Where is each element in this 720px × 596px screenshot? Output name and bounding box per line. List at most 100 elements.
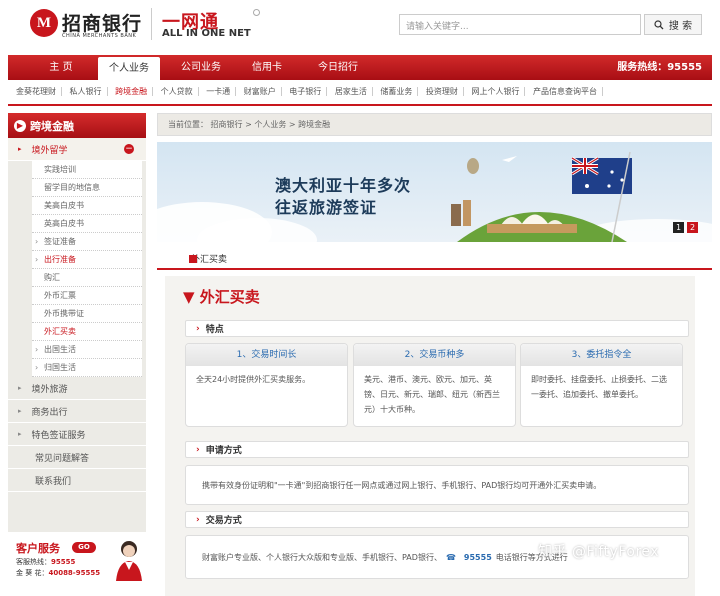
subnav-item[interactable]: 电子银行 xyxy=(284,87,328,96)
cs-sunflower-label: 金 葵 花： xyxy=(16,569,49,577)
feature-card: 3、委托指令全 即时委托、挂盘委托、止损委托、二选一委托、追加委托、撤单委托。 xyxy=(520,343,683,427)
service-hotline: 服务热线：95555 xyxy=(617,62,702,73)
customer-service-title: 客户服务 xyxy=(16,542,60,555)
sidebar: ▶ 跨境金融 ▸ 境外留学 − 实践培训 留学目的地信息 美高白皮书 英高白皮书… xyxy=(8,113,146,581)
banner-page-2[interactable]: 2 xyxy=(687,222,698,233)
feature-card-title: 3、委托指令全 xyxy=(521,344,682,366)
sidebar-item[interactable]: 联系我们 xyxy=(8,469,146,492)
page-title-text: 外汇买卖 xyxy=(199,288,260,306)
chevron-right-icon: › xyxy=(196,444,200,455)
search-input[interactable]: 请输入关键字... xyxy=(399,14,641,35)
service-agent-image xyxy=(116,541,142,581)
nav-credit-card[interactable]: 信用卡 xyxy=(242,55,292,80)
search-button[interactable]: 搜 索 xyxy=(644,14,702,35)
bullet-icon: ▸ xyxy=(18,407,22,415)
nav-personal[interactable]: 个人业务 xyxy=(98,57,160,80)
submenu-item-visa[interactable]: 签证准备 xyxy=(32,233,142,251)
subnav-item[interactable]: 居家生活 xyxy=(329,87,373,96)
sidebar-item[interactable]: ▸ 境外旅游 xyxy=(8,377,146,400)
submenu-item[interactable]: 外币携带证 xyxy=(32,305,142,323)
submenu-item[interactable]: 英高白皮书 xyxy=(32,215,142,233)
submenu-item[interactable]: 实践培训 xyxy=(32,161,142,179)
watermark: 知乎 @FiftyForex xyxy=(538,544,660,560)
apply-heading-text: 申请方式 xyxy=(205,446,242,456)
cs-hotline-label: 客服热线： xyxy=(16,558,51,566)
customer-service-go-button[interactable]: GO xyxy=(72,542,96,553)
chevron-right-icon: › xyxy=(196,323,200,334)
subnav-item[interactable]: 网上个人银行 xyxy=(466,87,526,96)
nav-corporate[interactable]: 公司业务 xyxy=(170,55,232,80)
subnav-item[interactable]: 私人银行 xyxy=(64,87,108,96)
feature-card: 1、交易时间长 全天24小时提供外汇买卖服务。 xyxy=(185,343,348,427)
banner-headline: 澳大利亚十年多次 xyxy=(275,176,412,195)
banner-illustration xyxy=(157,151,712,242)
sidebar-item-label: 常见问题解答 xyxy=(35,453,90,464)
submenu-item[interactable]: 美高白皮书 xyxy=(32,197,142,215)
subnav-item[interactable]: 储蓄业务 xyxy=(375,87,419,96)
apply-heading: › 申请方式 xyxy=(185,441,689,458)
features-heading: › 特点 xyxy=(185,320,689,337)
subnav-item-active[interactable]: 跨境金融 xyxy=(110,87,154,96)
cmb-logo[interactable]: M xyxy=(30,9,58,37)
subnav-item[interactable]: 金葵花理财 xyxy=(16,87,62,96)
submenu-item[interactable]: 外币汇票 xyxy=(32,287,142,305)
sidebar-item-label: 联系我们 xyxy=(35,476,72,487)
sidebar-title-text: 跨境金融 xyxy=(30,119,74,133)
bullet-icon: ▸ xyxy=(18,430,22,438)
subnav-item[interactable]: 个人贷款 xyxy=(155,87,199,96)
subnav-item[interactable]: 产品信息查询平台 xyxy=(528,87,604,96)
sub-nav: 金葵花理财 私人银行 跨境金融 个人贷款 一卡通 财富账户 电子银行 居家生活 … xyxy=(16,86,706,100)
trade-text: 财富账户专业版、个人银行大众版和专业版、手机银行、PAD银行、 xyxy=(202,552,442,562)
bullet-icon: ▸ xyxy=(18,384,22,392)
feature-card-body: 全天24小时提供外汇买卖服务。 xyxy=(196,375,311,384)
ion-logo-en: ALL IN ONE NET xyxy=(162,28,251,39)
apply-text: 携带有效身份证明和"一卡通"到招商银行任一网点或通过网上银行、手机银行、PAD银… xyxy=(202,480,602,490)
features-heading-text: 特点 xyxy=(205,325,224,335)
submenu-item[interactable]: 留学目的地信息 xyxy=(32,179,142,197)
arrow-right-icon: ▶ xyxy=(14,119,26,132)
sidebar-item[interactable]: ▸ 特色签证服务 xyxy=(8,423,146,446)
subnav-item[interactable]: 财富账户 xyxy=(238,87,282,96)
nav-today[interactable]: 今日招行 xyxy=(308,55,368,80)
header-rule xyxy=(8,104,712,106)
subnav-item[interactable]: 投资理财 xyxy=(420,87,464,96)
triangle-down-icon: ▼ xyxy=(183,288,200,306)
sidebar-item-study-abroad[interactable]: ▸ 境外留学 − xyxy=(8,138,146,161)
sidebar-item-label: 境外留学 xyxy=(31,145,68,156)
trade-heading-text: 交易方式 xyxy=(205,516,242,526)
banner-subline: 往返旅游签证 xyxy=(275,198,378,217)
registered-mark-icon xyxy=(253,9,260,16)
sidebar-submenu: 实践培训 留学目的地信息 美高白皮书 英高白皮书 签证准备 出行准备 购汇 外币… xyxy=(32,161,142,377)
main-nav: 主 页 个人业务 公司业务 信用卡 今日招行 服务热线：95555 xyxy=(8,55,712,80)
trade-phone: 95555 xyxy=(463,552,492,562)
logo-glyph: M xyxy=(36,14,52,31)
subnav-item[interactable]: 一卡通 xyxy=(201,87,237,96)
section-marker-icon xyxy=(189,255,197,263)
submenu-item-abroad-life[interactable]: 出国生活 xyxy=(32,341,142,359)
collapse-icon[interactable]: − xyxy=(124,144,134,154)
submenu-item[interactable]: 购汇 xyxy=(32,269,142,287)
cs-hotline-value: 95555 xyxy=(51,558,76,566)
submenu-item-travel[interactable]: 出行准备 xyxy=(32,251,142,269)
sidebar-item[interactable]: 常见问题解答 xyxy=(8,446,146,469)
chevron-right-icon: › xyxy=(196,514,200,525)
feature-card-body: 即时委托、挂盘委托、止损委托、二选一委托、追加委托、撤单委托。 xyxy=(531,375,667,399)
banner-page-1[interactable]: 1 xyxy=(673,222,684,233)
page-header: M 招商银行 CHINA MERCHANTS BANK 一网通 ALL IN O… xyxy=(0,0,720,50)
submenu-item-active[interactable]: 外汇买卖 xyxy=(32,323,142,341)
sidebar-item-label: 商务出行 xyxy=(31,407,68,418)
phone-icon: ☎ xyxy=(445,552,456,562)
trade-heading: › 交易方式 xyxy=(185,511,689,528)
sidebar-item-label: 特色签证服务 xyxy=(31,430,86,441)
nav-home[interactable]: 主 页 xyxy=(36,55,86,80)
cs-sunflower-value: 40088-95555 xyxy=(48,569,101,577)
cs-sunflower: 金 葵 花：40088-95555 xyxy=(16,568,100,578)
submenu-item-return-life[interactable]: 归国生活 xyxy=(32,359,142,377)
bank-name: 招商银行 xyxy=(62,13,143,35)
feature-card: 2、交易币种多 美元、港币、澳元、欧元、加元、英镑、日元、新元、瑞郎、纽元（新西… xyxy=(353,343,516,427)
feature-card-body: 美元、港币、澳元、欧元、加元、英镑、日元、新元、瑞郎、纽元（新西兰元）十大币种。 xyxy=(364,375,500,414)
promo-banner[interactable]: 澳大利亚十年多次 往返旅游签证 1 2 xyxy=(157,142,712,242)
sidebar-item[interactable]: ▸ 商务出行 xyxy=(8,400,146,423)
customer-service-box: 客户服务 GO 客服热线：95555 金 葵 花：40088-95555 xyxy=(8,532,146,581)
cs-hotline: 客服热线：95555 xyxy=(16,557,75,567)
